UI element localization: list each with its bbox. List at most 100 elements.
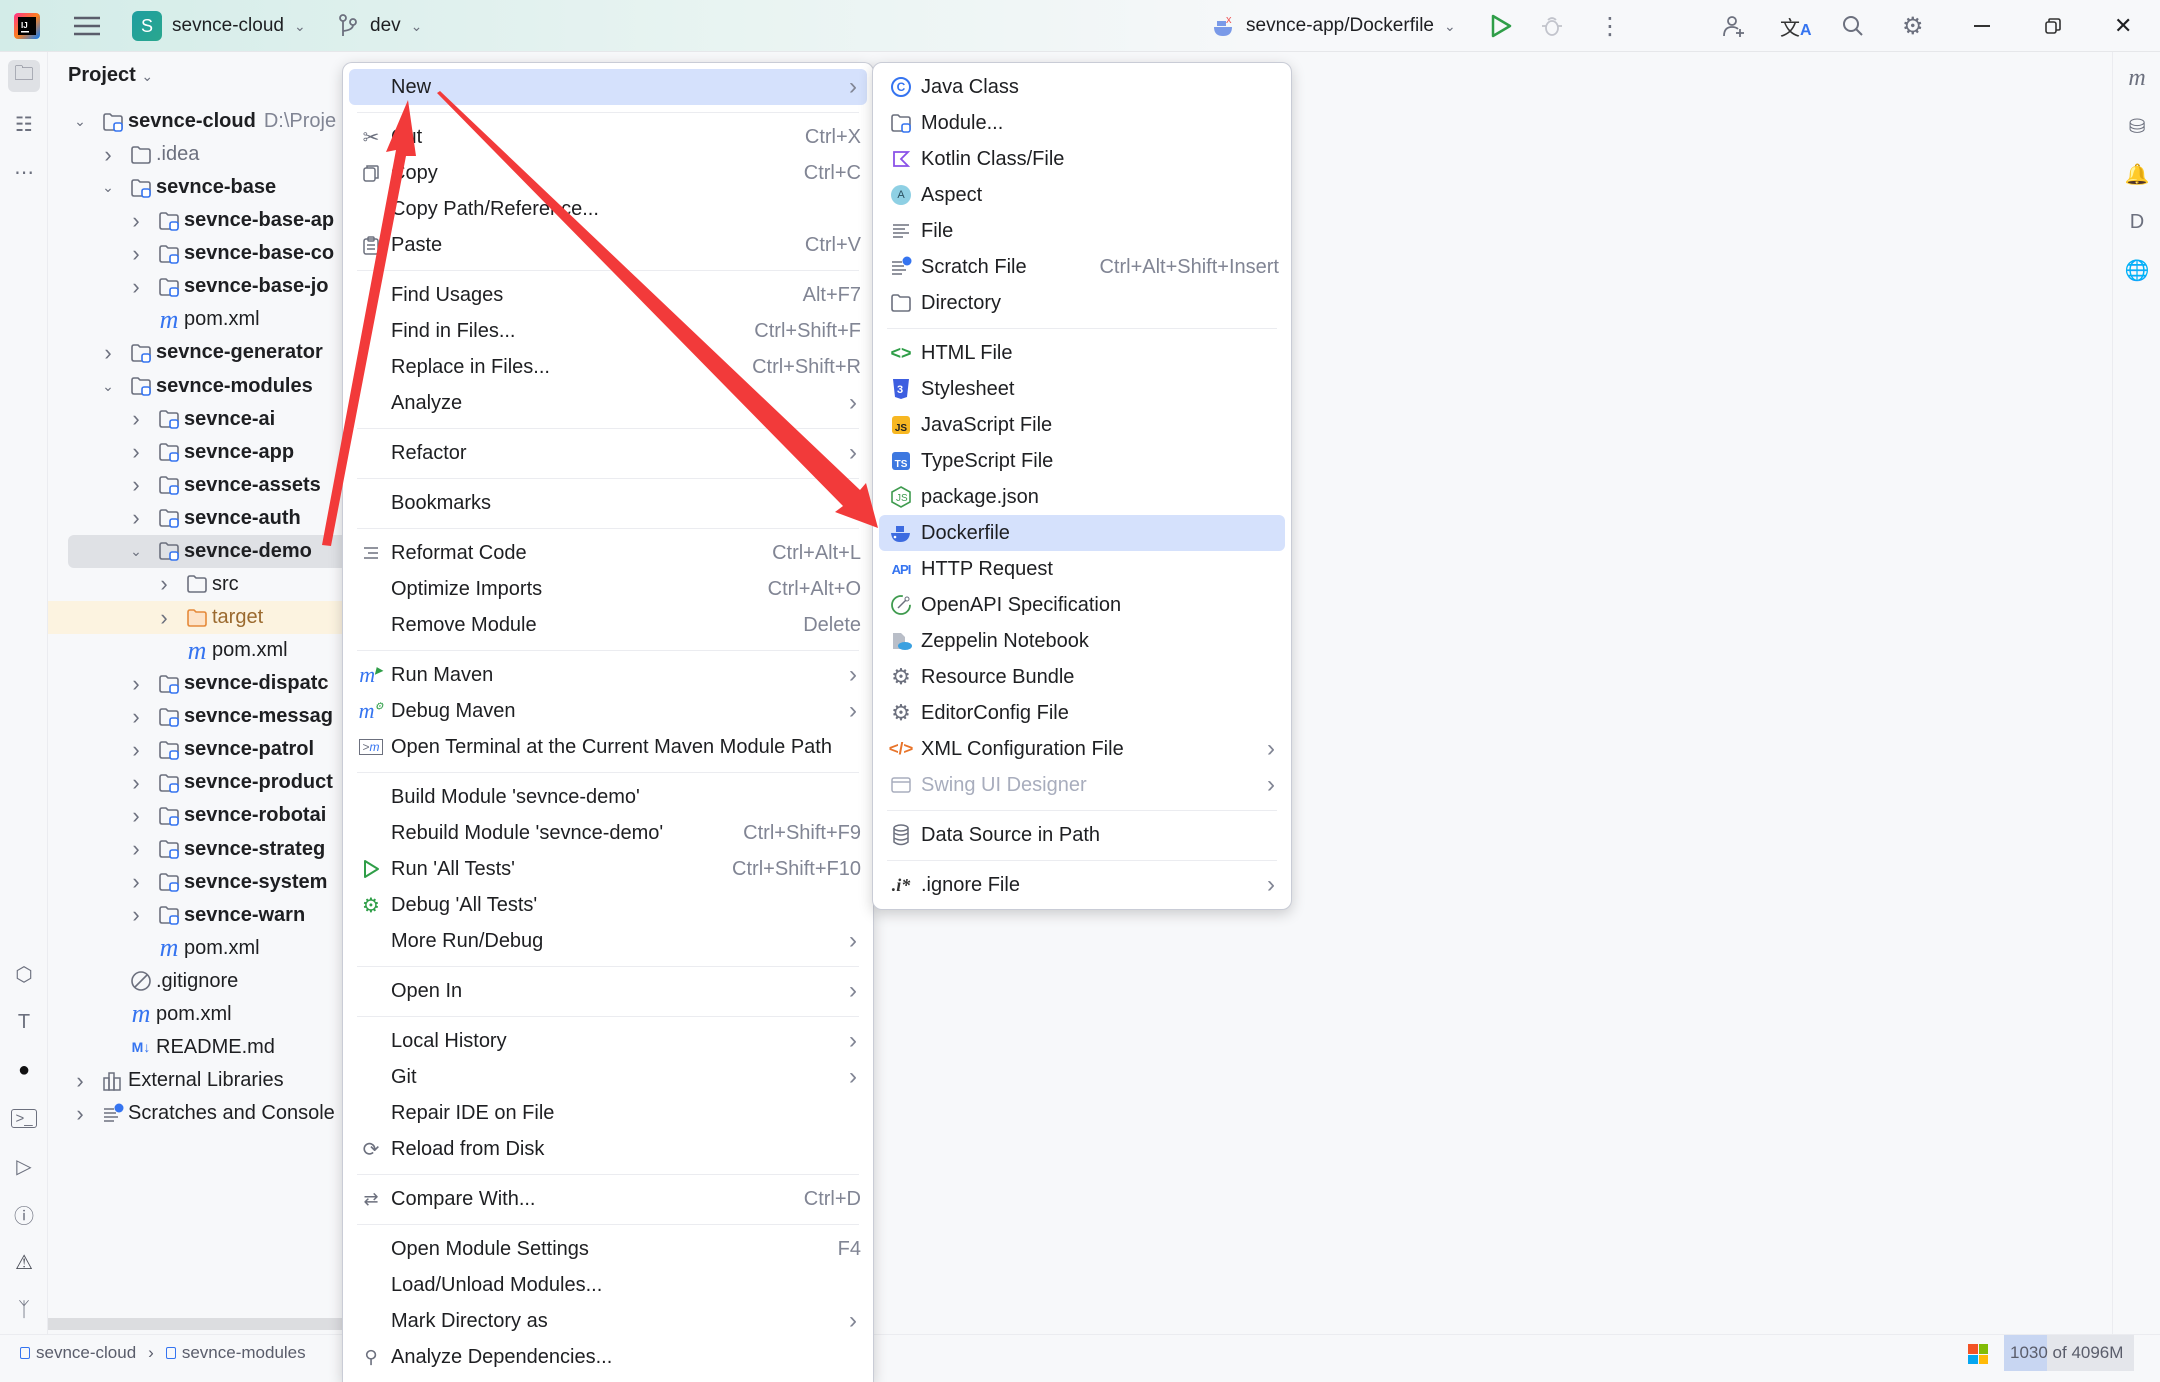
menu-item-reformat-code[interactable]: Reformat Code Ctrl+Alt+L <box>349 535 867 571</box>
menu-item-find-in-files[interactable]: Find in Files... Ctrl+Shift+F <box>349 313 867 349</box>
project-tool-button[interactable]: 🗀 <box>8 60 40 92</box>
notifications-button[interactable]: 🔔 <box>2121 158 2153 190</box>
menu-item-find-usages[interactable]: Find Usages Alt+F7 <box>349 277 867 313</box>
menu-item-repair-ide-on-file[interactable]: Repair IDE on File <box>349 1095 867 1131</box>
menu-item-xml-configuration-file[interactable]: </> XML Configuration File › <box>879 731 1285 767</box>
menu-item-directory[interactable]: Directory <box>879 285 1285 321</box>
chevron-right-icon[interactable]: › <box>128 704 144 730</box>
chevron-right-icon[interactable]: › <box>128 737 144 763</box>
menu-item-data-source-in-path[interactable]: Data Source in Path <box>879 817 1285 853</box>
chevron-right-icon[interactable]: › <box>128 902 144 928</box>
menu-item-optimize-imports[interactable]: Optimize Imports Ctrl+Alt+O <box>349 571 867 607</box>
menu-item-open-terminal-at-the-current-maven-module-path[interactable]: >m Open Terminal at the Current Maven Mod… <box>349 729 867 765</box>
plugin-tool-button[interactable]: ● <box>8 1054 40 1086</box>
translate-button[interactable]: 文A <box>1780 0 1812 52</box>
horizontal-scrollbar[interactable] <box>48 1318 343 1330</box>
code-with-me-button[interactable] <box>1722 0 1746 52</box>
chevron-right-icon[interactable]: › <box>128 505 144 531</box>
menu-item-mark-directory-as[interactable]: Mark Directory as › <box>349 1303 867 1339</box>
menu-item-replace-in-files[interactable]: Replace in Files... Ctrl+Shift+R <box>349 349 867 385</box>
menu-item-debug-maven[interactable]: m⚙ Debug Maven › <box>349 693 867 729</box>
menu-item-run-maven[interactable]: m▶ Run Maven › <box>349 657 867 693</box>
breadcrumb-item[interactable]: sevnce-modules <box>182 1343 306 1363</box>
chevron-right-icon[interactable]: › <box>72 1068 88 1094</box>
terminal-tool-button[interactable]: >_ <box>8 1102 40 1134</box>
menu-item-aspect[interactable]: A Aspect <box>879 177 1285 213</box>
menu-item-scratch-file[interactable]: Scratch File Ctrl+Alt+Shift+Insert <box>879 249 1285 285</box>
menu-item-html-file[interactable]: <> HTML File <box>879 335 1285 371</box>
run-tool-button[interactable]: ▷ <box>8 1150 40 1182</box>
menu-item-rebuild-module-sevnce-demo[interactable]: Rebuild Module 'sevnce-demo' Ctrl+Shift+F… <box>349 815 867 851</box>
menu-item-dockerfile[interactable]: Dockerfile <box>879 515 1285 551</box>
run-button[interactable] <box>1490 0 1512 52</box>
menu-item-build-module-sevnce-demo[interactable]: Build Module 'sevnce-demo' <box>349 779 867 815</box>
restore-button[interactable] <box>2044 0 2062 52</box>
menu-item-zeppelin-notebook[interactable]: Zeppelin Notebook <box>879 623 1285 659</box>
chevron-right-icon[interactable]: › <box>128 274 144 300</box>
project-panel-title[interactable]: Project ⌄ <box>68 64 153 87</box>
menu-item-local-history[interactable]: Local History › <box>349 1023 867 1059</box>
menu-item-stylesheet[interactable]: 3 Stylesheet <box>879 371 1285 407</box>
chevron-right-icon[interactable]: › <box>100 340 116 366</box>
menu-item-copy[interactable]: Copy Ctrl+C <box>349 155 867 191</box>
menu-item-cut[interactable]: ✂ Cut Ctrl+X <box>349 119 867 155</box>
chevron-right-icon[interactable]: › <box>128 208 144 234</box>
menu-item-remove-module[interactable]: Remove Module Delete <box>349 607 867 643</box>
problems-tool-button[interactable]: ⓘ <box>8 1198 40 1230</box>
project-switcher[interactable]: S sevnce-cloud ⌄ <box>132 0 306 52</box>
chevron-right-icon[interactable]: › <box>128 671 144 697</box>
menu-item-file[interactable]: File <box>879 213 1285 249</box>
chevron-down-icon[interactable]: ⌄ <box>72 113 88 130</box>
minimize-button[interactable] <box>1974 0 1990 52</box>
menu-item-http-request[interactable]: API HTTP Request <box>879 551 1285 587</box>
menu-item-run-all-tests[interactable]: Run 'All Tests' Ctrl+Shift+F10 <box>349 851 867 887</box>
more-tools-button[interactable]: ⋯ <box>8 156 40 188</box>
search-button[interactable] <box>1842 0 1864 52</box>
menu-item-typescript-file[interactable]: TS TypeScript File <box>879 443 1285 479</box>
more-actions-button[interactable]: ⋮ <box>1598 0 1622 52</box>
menu-item-more-run-debug[interactable]: More Run/Debug › <box>349 923 867 959</box>
main-menu-button[interactable] <box>74 0 100 52</box>
close-button[interactable]: ✕ <box>2114 0 2132 52</box>
chevron-right-icon[interactable]: › <box>128 472 144 498</box>
menu-item-refactor[interactable]: Refactor › <box>349 435 867 471</box>
run-config-selector[interactable]: x sevnce-app/Dockerfile ⌄ <box>1212 0 1456 52</box>
chevron-right-icon[interactable]: › <box>128 241 144 267</box>
menu-item-resource-bundle[interactable]: ⚙ Resource Bundle <box>879 659 1285 695</box>
branch-switcher[interactable]: dev ⌄ <box>338 0 422 52</box>
menu-item-openapi-specification[interactable]: OpenAPI Specification <box>879 587 1285 623</box>
chevron-right-icon[interactable]: › <box>128 406 144 432</box>
breadcrumb-item[interactable]: sevnce-cloud <box>36 1343 136 1363</box>
database-tool-button[interactable]: ⛁ <box>2121 110 2153 142</box>
menu-item-module[interactable]: Module... <box>879 105 1285 141</box>
menu-item-paste[interactable]: Paste Ctrl+V <box>349 227 867 263</box>
chevron-right-icon[interactable]: › <box>128 439 144 465</box>
chevron-right-icon[interactable]: › <box>128 803 144 829</box>
chevron-right-icon[interactable]: › <box>128 836 144 862</box>
menu-item-open-module-settings[interactable]: Open Module Settings F4 <box>349 1231 867 1267</box>
d-tool-button[interactable]: D <box>2121 206 2153 238</box>
chevron-down-icon[interactable]: ⌄ <box>128 543 144 560</box>
chevron-right-icon[interactable]: › <box>128 869 144 895</box>
build-tool-button[interactable]: T <box>8 1006 40 1038</box>
menu-item-open-in[interactable]: Open In › <box>349 973 867 1009</box>
structure-tool-button[interactable]: ☷ <box>8 108 40 140</box>
settings-button[interactable]: ⚙ <box>1902 0 1924 52</box>
chevron-down-icon[interactable]: ⌄ <box>100 378 116 395</box>
debug-button[interactable] <box>1540 0 1564 52</box>
menu-item-git[interactable]: Git › <box>349 1059 867 1095</box>
menu-item-compare-with[interactable]: ⇄ Compare With... Ctrl+D <box>349 1181 867 1217</box>
menu-item-java-class[interactable]: C Java Class <box>879 69 1285 105</box>
menu-item-editorconfig-file[interactable]: ⚙ EditorConfig File <box>879 695 1285 731</box>
chevron-right-icon[interactable]: › <box>156 571 172 597</box>
menu-item-reload-from-disk[interactable]: ⟳ Reload from Disk <box>349 1131 867 1167</box>
chevron-down-icon[interactable]: ⌄ <box>100 179 116 196</box>
menu-item-debug-all-tests[interactable]: ⚙ Debug 'All Tests' <box>349 887 867 923</box>
git-tool-button[interactable]: ᛉ <box>8 1294 40 1326</box>
warnings-tool-button[interactable]: ⚠ <box>8 1246 40 1278</box>
app-logo[interactable]: IJ <box>14 0 40 52</box>
maven-tool-button[interactable]: m <box>2121 62 2153 94</box>
chevron-right-icon[interactable]: › <box>72 1101 88 1127</box>
menu-item-kotlin-class-file[interactable]: Kotlin Class/File <box>879 141 1285 177</box>
chevron-right-icon[interactable]: › <box>156 605 172 631</box>
